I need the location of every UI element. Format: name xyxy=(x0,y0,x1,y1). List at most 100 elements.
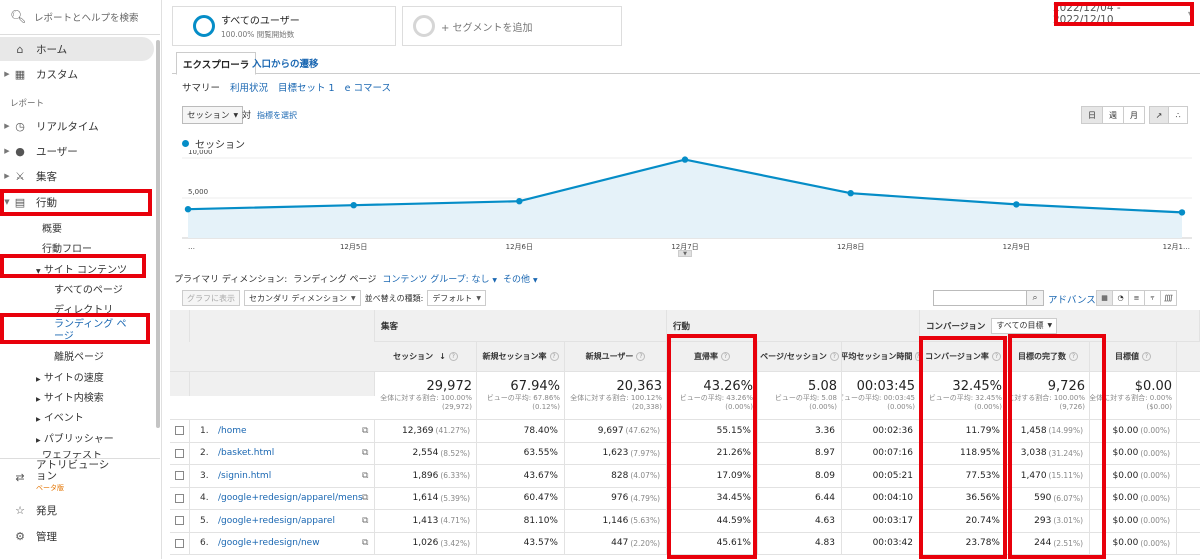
row-checkbox[interactable] xyxy=(175,448,184,458)
goal-select[interactable]: すべての目標 ▼ xyxy=(991,317,1058,334)
sidebar-item-home[interactable]: ⌂ ホーム xyxy=(0,37,154,61)
sidebar-item-admin[interactable]: ⚙ 管理 xyxy=(0,524,154,548)
landing-page-link[interactable]: /google+redesign/apparel xyxy=(218,516,335,526)
add-segment-button[interactable]: + セグメントを追加 xyxy=(402,6,622,46)
data-point xyxy=(184,206,192,213)
pie-view-icon[interactable]: ◔ xyxy=(1112,290,1129,306)
dimension-landing-page[interactable]: ランディング ページ xyxy=(293,272,376,285)
motion-chart-icon[interactable]: ∴ xyxy=(1168,106,1188,124)
column-header[interactable]: 直帰率? xyxy=(667,342,758,371)
metric-value: 45.61% xyxy=(716,538,751,549)
comparison-view-icon[interactable]: ⫧ xyxy=(1144,290,1161,306)
open-page-icon[interactable]: ⧉ xyxy=(362,516,368,526)
table-view-icon[interactable]: ▦ xyxy=(1096,290,1113,306)
landing-page-link[interactable]: /home xyxy=(218,426,247,436)
table-search-input[interactable] xyxy=(933,290,1027,306)
row-checkbox[interactable] xyxy=(175,426,184,436)
dimension-content-group[interactable]: コンテンツ グループ: なし ▼ xyxy=(382,272,497,285)
sidebar-item-publisher[interactable]: ▶ パブリッシャー xyxy=(36,430,114,445)
open-page-icon[interactable]: ⧉ xyxy=(362,538,368,548)
help-icon[interactable]: ? xyxy=(1069,352,1078,361)
plot-rows-button[interactable]: グラフに表示 xyxy=(182,290,240,306)
sidebar-item-attribution[interactable]: ⇄ アトリビューション ベータ版 xyxy=(0,460,154,493)
column-header[interactable]: 目標の完了数? xyxy=(1007,342,1090,371)
sidebar-item-events[interactable]: ▶ イベント xyxy=(36,409,84,424)
help-icon[interactable]: ? xyxy=(991,352,1001,361)
landing-page-cell: 4. /google+redesign/apparel/mens ⧉ xyxy=(190,487,375,509)
open-page-icon[interactable]: ⧉ xyxy=(362,426,368,436)
subtab-summary[interactable]: サマリー xyxy=(182,80,220,94)
open-page-icon[interactable]: ⧉ xyxy=(362,471,368,481)
open-page-icon[interactable]: ⧉ xyxy=(362,493,368,503)
line-chart-icon[interactable]: ↗ xyxy=(1149,106,1169,124)
help-icon[interactable]: ? xyxy=(636,352,646,361)
report-search[interactable]: 🔍︎ レポートとヘルプを検索 xyxy=(0,0,160,34)
help-icon[interactable]: ? xyxy=(549,352,559,361)
metric-value: 23.78% xyxy=(965,538,1000,549)
column-header[interactable]: 新規ユーザー? xyxy=(565,342,667,371)
sidebar-item-experiments[interactable]: ウェブテスト xyxy=(42,451,102,458)
column-header[interactable]: 平均セッション時間? xyxy=(842,342,920,371)
sort-type-select[interactable]: デフォルト ▼ xyxy=(427,290,486,306)
sidebar-item-custom[interactable]: ▶ ▦ カスタム xyxy=(0,62,154,86)
row-checkbox[interactable] xyxy=(175,493,184,503)
subtab-goal-set-1[interactable]: 目標セット 1 xyxy=(278,80,335,94)
period-week-button[interactable]: 週 xyxy=(1102,106,1124,124)
subtab-ecommerce[interactable]: e コマース xyxy=(345,80,391,94)
sidebar-item-all-pages[interactable]: すべてのページ xyxy=(54,281,123,296)
landing-page-link[interactable]: /basket.html xyxy=(218,448,274,458)
help-icon[interactable]: ? xyxy=(829,352,839,361)
dimension-other[interactable]: その他 ▼ xyxy=(503,272,538,285)
choose-metric-link[interactable]: 指標を選択 xyxy=(257,110,297,121)
column-header[interactable]: ページ/セッション? xyxy=(758,342,842,371)
landing-page-link[interactable]: /google+redesign/apparel/mens xyxy=(218,493,363,503)
sidebar-item-landing-pages[interactable]: ランディング ページ xyxy=(54,319,134,343)
sidebar-item-realtime[interactable]: ▶ ◷ リアルタイム xyxy=(0,114,154,138)
chart-expander-handle[interactable]: ▼ xyxy=(678,250,692,257)
date-range-picker[interactable]: 2022/12/04 - 2022/12/10 ▼ xyxy=(1053,2,1194,26)
metric-value: $0.00 xyxy=(1112,425,1139,436)
row-checkbox[interactable] xyxy=(175,538,184,548)
period-month-button[interactable]: 月 xyxy=(1123,106,1145,124)
sidebar-item-behavior-flow[interactable]: 行動フロー xyxy=(42,240,92,255)
data-point xyxy=(1013,201,1020,208)
search-icon[interactable]: ⌕ xyxy=(1026,290,1044,306)
metric-select[interactable]: セッション ▼ xyxy=(182,106,244,124)
landing-page-link[interactable]: /signin.html xyxy=(218,471,271,481)
column-header[interactable]: 新規セッション率? xyxy=(477,342,565,371)
sidebar-item-exit-pages[interactable]: 離脱ページ xyxy=(54,348,104,363)
landing-page-link[interactable]: /google+redesign/new xyxy=(218,538,320,548)
sidebar-item-acquisition[interactable]: ▶ ⚔ 集客 xyxy=(0,164,154,188)
column-header[interactable]: 目標値? xyxy=(1090,342,1177,371)
sidebar-item-behavior[interactable]: ▼ ▤ 行動 xyxy=(0,190,154,214)
sidebar-item-site-search[interactable]: ▶ サイト内検索 xyxy=(36,389,104,404)
sidebar-item-overview[interactable]: 概要 xyxy=(42,220,62,235)
column-header[interactable]: セッション ↓? xyxy=(375,342,477,371)
segment-all-users[interactable]: すべてのユーザー 100.00% 閲覧開始数 xyxy=(172,6,396,46)
sidebar-scrollbar[interactable] xyxy=(156,40,160,428)
period-day-button[interactable]: 日 xyxy=(1081,106,1103,124)
row-checkbox[interactable] xyxy=(175,471,184,481)
row-checkbox[interactable] xyxy=(175,516,184,526)
help-icon[interactable]: ? xyxy=(1142,352,1151,361)
sidebar-item-site-speed[interactable]: ▶ サイトの速度 xyxy=(36,369,104,384)
tab-entrance-paths[interactable]: 入口からの遷移 xyxy=(246,52,325,74)
sidebar-item-users[interactable]: ▶ ● ユーザー xyxy=(0,139,154,163)
tab-explorer[interactable]: エクスプローラ xyxy=(176,52,257,75)
help-icon[interactable]: ? xyxy=(721,352,730,361)
table-toolbar: グラフに表示 セカンダリ ディメンション ▼ 並べ替えの種類: デフォルト ▼ xyxy=(182,290,486,306)
advanced-filter-link[interactable]: アドバンス xyxy=(1048,292,1096,306)
performance-view-icon[interactable]: ≡ xyxy=(1128,290,1145,306)
sidebar-item-site-content[interactable]: ▼ サイト コンテンツ xyxy=(36,261,127,276)
open-page-icon[interactable]: ⧉ xyxy=(362,448,368,458)
metric-value: 293 xyxy=(1034,515,1052,526)
help-icon[interactable]: ? xyxy=(448,352,458,361)
metric-value: 11.79% xyxy=(965,425,1000,436)
secondary-dimension-select[interactable]: セカンダリ ディメンション ▼ xyxy=(244,290,361,306)
sidebar-item-discover[interactable]: ☆ 発見 xyxy=(0,498,154,522)
column-header[interactable]: コンバージョン率? xyxy=(920,342,1007,371)
subtab-site-usage[interactable]: 利用状況 xyxy=(230,80,268,94)
pivot-view-icon[interactable]: ⨌ xyxy=(1160,290,1177,306)
sidebar-item-directory[interactable]: ディレクトリ xyxy=(54,301,113,316)
totals-value: 43.26% xyxy=(703,379,753,394)
